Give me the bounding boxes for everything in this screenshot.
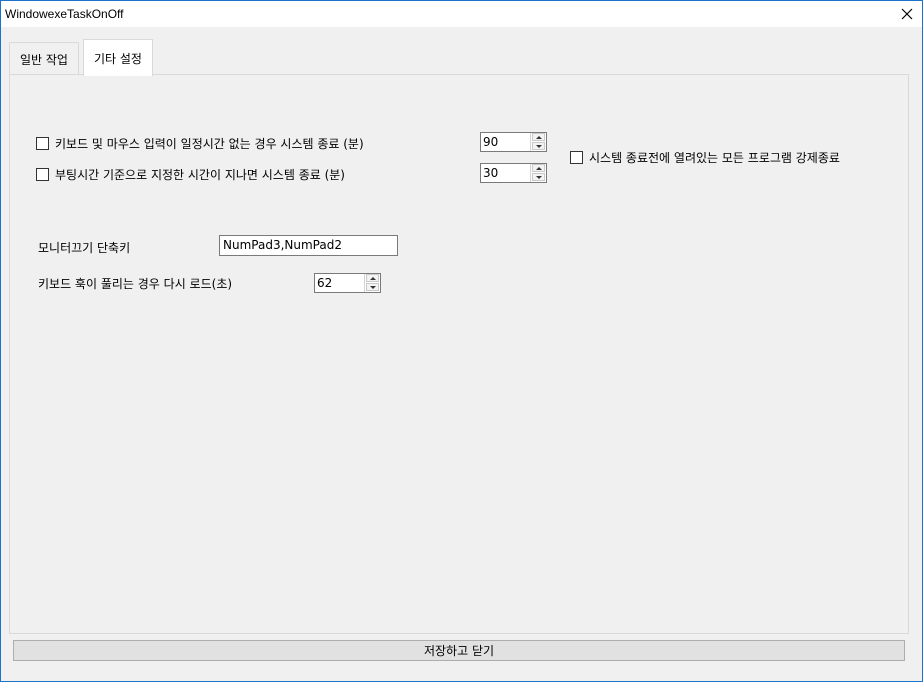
monitor-hotkey-label: 모니터끄기 단축키	[38, 241, 131, 255]
save-and-close-button[interactable]: 저장하고 닫기	[13, 640, 905, 661]
arrow-down-icon	[535, 175, 542, 179]
tab-other-settings-label: 기타 설정	[94, 51, 142, 66]
boot-minutes-up-button[interactable]	[532, 164, 545, 172]
tab-general[interactable]: 일반 작업	[9, 42, 79, 75]
idle-shutdown-checkbox[interactable]	[36, 137, 49, 150]
idle-shutdown-label: 키보드 및 마우스 입력이 일정시간 없는 경우 시스템 종료 (분)	[55, 137, 364, 151]
arrow-up-icon	[369, 276, 376, 280]
boot-shutdown-row: 부팅시간 기준으로 지정한 시간이 지나면 시스템 종료 (분)	[36, 166, 345, 183]
arrow-up-icon	[535, 135, 542, 139]
app-window: WindowexeTaskOnOff 일반 작업 기타 설정 키보드 및 마우스…	[0, 0, 923, 682]
idle-shutdown-row: 키보드 및 마우스 입력이 일정시간 없는 경우 시스템 종료 (분)	[36, 135, 364, 152]
keyboard-reload-value[interactable]: 62	[317, 276, 332, 290]
close-button[interactable]	[892, 1, 922, 27]
close-icon	[901, 8, 913, 20]
client-area: 일반 작업 기타 설정 키보드 및 마우스 입력이 일정시간 없는 경우 시스템…	[1, 27, 922, 681]
keyboard-reload-down-button[interactable]	[366, 283, 379, 291]
monitor-hotkey-row: 모니터끄기 단축키	[38, 239, 130, 256]
force-close-checkbox[interactable]	[570, 151, 583, 164]
idle-minutes-down-button[interactable]	[532, 142, 545, 150]
save-and-close-label: 저장하고 닫기	[423, 644, 495, 658]
idle-minutes-buttons	[530, 133, 546, 151]
boot-minutes-buttons	[530, 164, 546, 182]
boot-minutes-value[interactable]: 30	[483, 166, 498, 180]
idle-minutes-spinner[interactable]: 90	[480, 132, 547, 152]
keyboard-reload-buttons	[364, 274, 380, 292]
force-close-label: 시스템 종료전에 열려있는 모든 프로그램 강제종료	[589, 151, 840, 165]
arrow-up-icon	[535, 166, 542, 170]
boot-minutes-down-button[interactable]	[532, 173, 545, 181]
keyboard-reload-up-button[interactable]	[366, 274, 379, 282]
idle-minutes-value[interactable]: 90	[483, 135, 498, 149]
tab-general-label: 일반 작업	[20, 52, 68, 67]
boot-shutdown-checkbox[interactable]	[36, 168, 49, 181]
keyboard-reload-row: 키보드 훅이 풀리는 경우 다시 로드(초)	[38, 275, 232, 292]
keyboard-reload-spinner[interactable]: 62	[314, 273, 381, 293]
idle-minutes-up-button[interactable]	[532, 133, 545, 141]
arrow-down-icon	[369, 285, 376, 289]
boot-shutdown-label: 부팅시간 기준으로 지정한 시간이 지나면 시스템 종료 (분)	[55, 168, 345, 182]
boot-minutes-spinner[interactable]: 30	[480, 163, 547, 183]
arrow-down-icon	[535, 144, 542, 148]
tab-other-settings[interactable]: 기타 설정	[83, 39, 153, 76]
settings-panel: 키보드 및 마우스 입력이 일정시간 없는 경우 시스템 종료 (분) 90 부…	[9, 74, 909, 634]
window-title: WindowexeTaskOnOff	[5, 7, 124, 21]
keyboard-reload-label: 키보드 훅이 풀리는 경우 다시 로드(초)	[38, 277, 233, 291]
monitor-hotkey-input[interactable]: NumPad3,NumPad2	[219, 235, 398, 256]
force-close-row: 시스템 종료전에 열려있는 모든 프로그램 강제종료	[570, 149, 840, 166]
title-bar: WindowexeTaskOnOff	[1, 1, 922, 27]
